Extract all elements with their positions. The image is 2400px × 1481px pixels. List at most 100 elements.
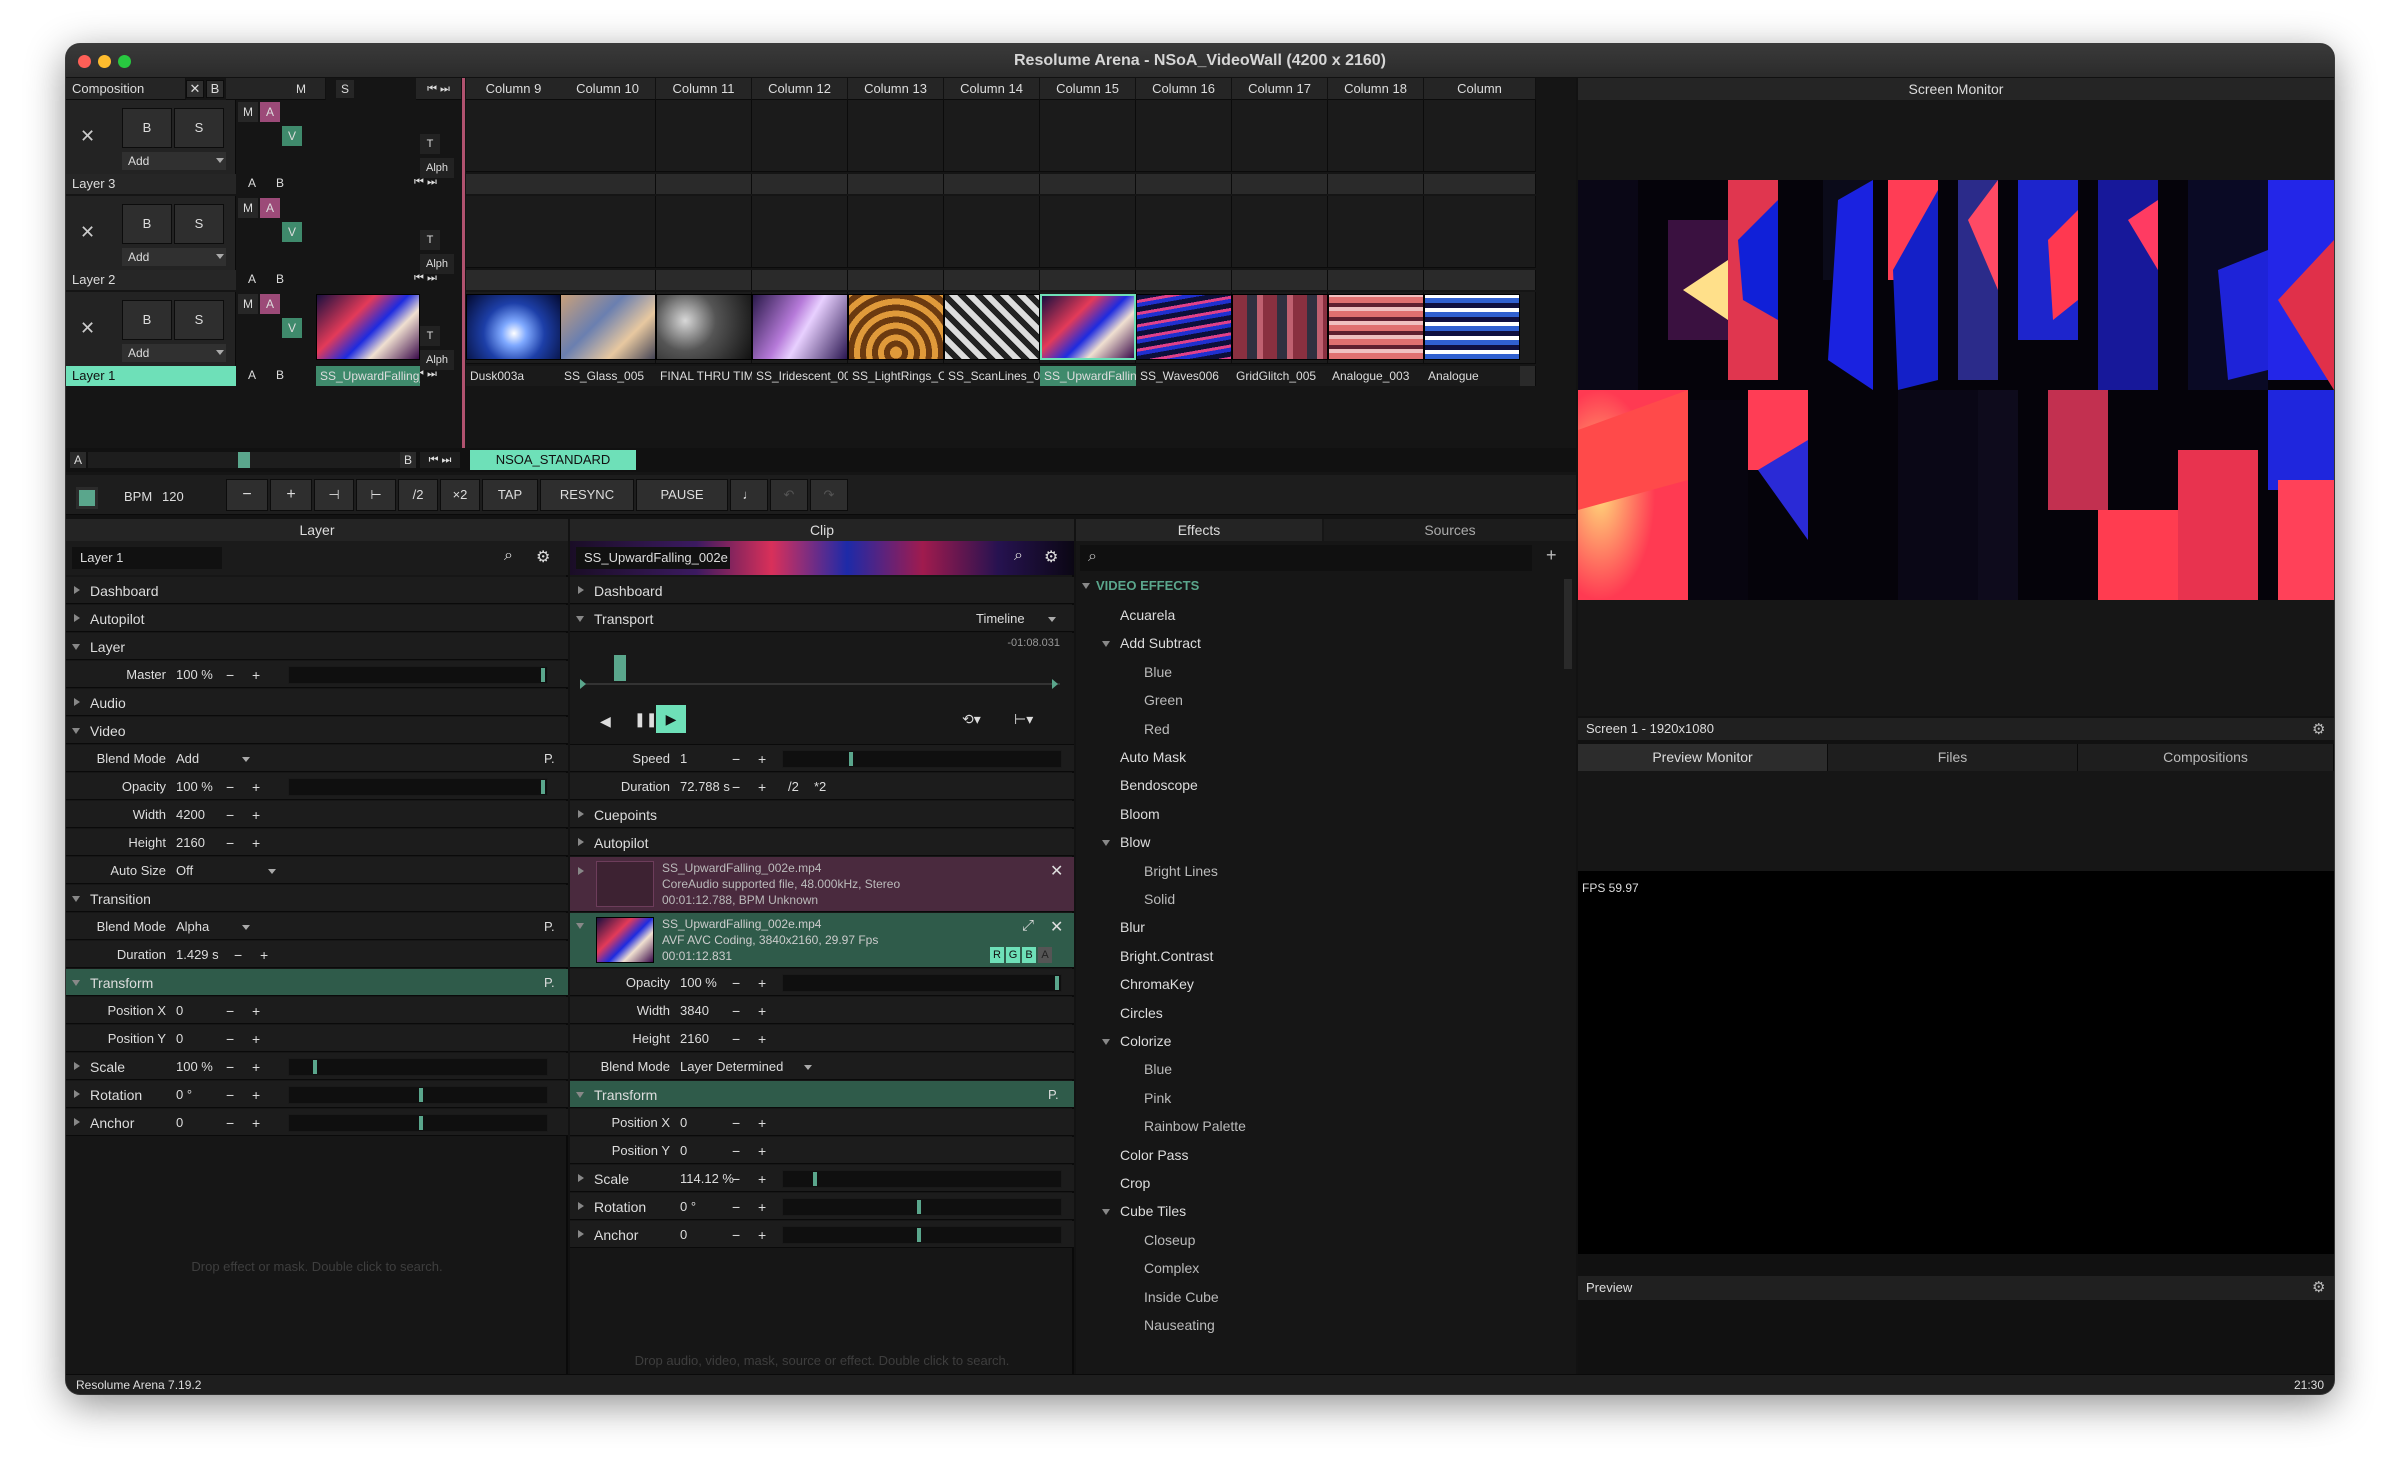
property-value[interactable]: 0 °	[176, 1087, 192, 1102]
layer-drop-hint[interactable]: Drop effect or mask. Double click to sea…	[66, 1259, 568, 1274]
effect-item[interactable]: Circles	[1120, 1005, 1163, 1021]
tab-files[interactable]: Files	[1828, 744, 2078, 771]
chevron-right-icon[interactable]	[578, 838, 584, 846]
property-value[interactable]: Layer Determined	[680, 1059, 783, 1074]
column-header-4[interactable]: Column 12	[752, 78, 848, 100]
clip-slot[interactable]	[656, 100, 752, 172]
property-value[interactable]: 0 °	[680, 1199, 696, 1214]
clip-name-label[interactable]: SS_UpwardFalling_...	[316, 366, 420, 386]
chevron-down-icon[interactable]	[72, 980, 80, 986]
channel-r-toggle[interactable]: R	[990, 947, 1004, 963]
composition-clear-button[interactable]: ✕	[186, 80, 204, 98]
value-slider[interactable]	[288, 1086, 548, 1104]
value-slider[interactable]	[782, 1226, 1062, 1244]
layer-transition-button[interactable]: T	[420, 326, 440, 346]
layer-audio-button[interactable]: A	[260, 294, 280, 314]
column-header-6[interactable]: Column 14	[944, 78, 1040, 100]
effect-item[interactable]: Add Subtract	[1120, 635, 1201, 651]
effect-preset-item[interactable]: Blue	[1144, 1061, 1172, 1077]
slider-handle[interactable]	[813, 1172, 817, 1186]
clip-slot[interactable]	[466, 196, 562, 268]
clip-slot[interactable]	[1328, 100, 1424, 172]
effects-scrollbar[interactable]	[1564, 579, 1572, 669]
chevron-right-icon[interactable]	[578, 1230, 584, 1238]
decrease-button[interactable]: −	[732, 1003, 740, 1019]
chevron-down-icon[interactable]	[72, 644, 80, 650]
clip-name-label[interactable]: SS_Glass_005	[560, 366, 656, 386]
clip-slot[interactable]	[848, 100, 944, 172]
layer-video-button[interactable]: V	[282, 318, 302, 338]
increase-button[interactable]: +	[758, 975, 766, 991]
timeline-mode-select[interactable]: Timeline	[976, 611, 1025, 626]
chevron-down-icon[interactable]	[1048, 617, 1056, 622]
property-value[interactable]: 2160	[680, 1031, 709, 1046]
column-header-11[interactable]: Column	[1424, 78, 1536, 100]
section-label[interactable]: Autopilot	[90, 611, 144, 627]
layer-name-label[interactable]: Layer 3	[66, 174, 236, 194]
chevron-down-icon[interactable]	[72, 728, 80, 734]
tab-sources[interactable]: Sources	[1324, 519, 1576, 541]
composition-label[interactable]: Composition	[66, 78, 186, 100]
increase-button[interactable]: +	[758, 1003, 766, 1019]
clip-slot[interactable]	[1232, 100, 1328, 172]
layer-transition-button[interactable]: T	[420, 134, 440, 154]
clip-slot[interactable]	[1424, 100, 1536, 172]
clip-slot[interactable]	[560, 100, 656, 172]
layer-skip-controls[interactable]: ⏮ ⏭	[414, 176, 437, 189]
slider-handle[interactable]	[541, 780, 545, 794]
layer-blend-select[interactable]: Add	[122, 152, 226, 170]
clip-thumbnail[interactable]	[1328, 294, 1424, 360]
clip-thumbnail[interactable]	[848, 294, 944, 360]
slider-handle[interactable]	[849, 752, 853, 766]
section-label[interactable]: Scale	[594, 1171, 629, 1187]
decrease-button[interactable]: −	[226, 807, 234, 823]
section-label[interactable]: Cuepoints	[594, 807, 657, 823]
decrease-button[interactable]: −	[226, 1115, 234, 1131]
clip-slot[interactable]	[466, 100, 562, 172]
clip-drop-hint[interactable]: Drop audio, video, mask, source or effec…	[570, 1353, 1074, 1368]
section-label[interactable]: Transform	[594, 1087, 657, 1103]
effect-preset-item[interactable]: Solid	[1144, 891, 1175, 907]
param-preset-button[interactable]: P.	[544, 975, 555, 990]
decrease-button[interactable]: −	[732, 1115, 740, 1131]
chevron-right-icon[interactable]	[578, 867, 584, 875]
effect-preset-item[interactable]: Complex	[1144, 1260, 1199, 1276]
bpm-half-button[interactable]: /2	[398, 479, 438, 511]
layer-alpha-button[interactable]: Alph	[420, 158, 454, 178]
value-slider[interactable]	[288, 666, 548, 684]
section-label[interactable]: Audio	[90, 695, 126, 711]
layer-video-button[interactable]: V	[282, 222, 302, 242]
decrease-button[interactable]: −	[226, 1003, 234, 1019]
resync-button[interactable]: RESYNC	[540, 479, 634, 511]
layer-bypass-button[interactable]: B	[122, 204, 172, 244]
decrease-button[interactable]: −	[732, 1143, 740, 1159]
clip-thumbnail[interactable]	[1136, 294, 1232, 360]
deck-b-button[interactable]: B	[400, 452, 416, 468]
param-preset-button[interactable]: P.	[544, 919, 555, 934]
undo-icon[interactable]: ↶	[770, 479, 808, 511]
clip-slot[interactable]	[560, 196, 656, 268]
param-preset-button[interactable]: P.	[1048, 1087, 1059, 1102]
nudge-forward-button[interactable]: ⊢	[356, 479, 396, 511]
screen-label[interactable]: Screen 1 - 1920x1080	[1578, 718, 2334, 740]
property-value[interactable]: 0	[176, 1003, 183, 1018]
property-value[interactable]: Alpha	[176, 919, 209, 934]
loop-mode-icon[interactable]: ⟲▾	[962, 711, 981, 728]
effect-item[interactable]: Crop	[1120, 1175, 1150, 1191]
chevron-right-icon[interactable]	[578, 810, 584, 818]
increase-button[interactable]: +	[252, 1059, 260, 1075]
property-value[interactable]: 0	[680, 1227, 687, 1242]
clip-thumbnail[interactable]	[944, 294, 1040, 360]
duration-double-button[interactable]: *2	[814, 779, 826, 794]
gear-icon[interactable]: ⚙	[1044, 547, 1058, 567]
property-value[interactable]: Off	[176, 863, 193, 878]
increase-button[interactable]: +	[252, 779, 260, 795]
increase-button[interactable]: +	[252, 1003, 260, 1019]
section-label[interactable]: Transport	[594, 611, 653, 627]
layer-name-field[interactable]: Layer 1	[72, 547, 222, 569]
property-value[interactable]: 1.429 s	[176, 947, 219, 962]
property-value[interactable]: 100 %	[176, 1059, 213, 1074]
chevron-down-icon[interactable]	[242, 757, 250, 762]
decrease-button[interactable]: −	[732, 1031, 740, 1047]
chevron-right-icon[interactable]	[74, 1062, 80, 1070]
